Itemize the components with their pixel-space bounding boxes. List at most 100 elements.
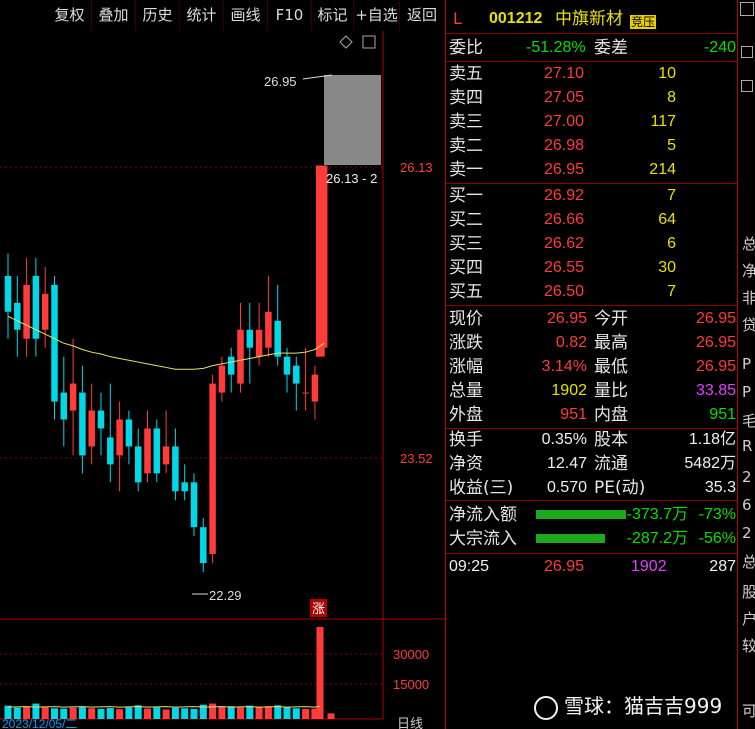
tick-volume: 1902 xyxy=(631,558,667,575)
orderbook-row[interactable]: 买三 26.62 6 xyxy=(446,232,738,256)
candle-up[interactable] xyxy=(41,293,49,330)
orderbook-row[interactable]: 买二 26.66 64 xyxy=(446,208,738,232)
orderbook-row[interactable]: 买一 26.92 7 xyxy=(446,184,738,208)
orderbook-row[interactable]: 卖三 27.00 117 xyxy=(446,110,738,134)
candle-down[interactable] xyxy=(153,428,161,474)
tab-tongji[interactable]: 统计 xyxy=(180,0,224,31)
candle-down[interactable] xyxy=(125,419,133,447)
tab-diejia[interactable]: 叠加 xyxy=(92,0,136,31)
volume-bar xyxy=(171,707,179,719)
candle-up[interactable] xyxy=(209,383,216,555)
price-axis-top-label: 26.13 xyxy=(400,160,433,175)
candle-down[interactable] xyxy=(283,356,291,375)
candle-up[interactable] xyxy=(69,383,77,411)
tab-biaoji[interactable]: 标记 xyxy=(312,0,354,31)
kline-chart[interactable]: 26.95 22.29 26.13 - 2 26.13 23.52 30000 … xyxy=(0,31,445,729)
tab-fuquan[interactable]: 复权 xyxy=(48,0,92,31)
tab-zixuan[interactable]: +自选 xyxy=(354,0,400,31)
candle-down[interactable] xyxy=(60,392,68,420)
candle-down[interactable] xyxy=(97,410,105,429)
candle-down[interactable] xyxy=(274,320,281,357)
square-icon[interactable] xyxy=(741,46,753,58)
candle-up[interactable] xyxy=(255,329,263,357)
candle-down[interactable] xyxy=(14,302,21,330)
candle-up[interactable] xyxy=(88,410,95,447)
strip-label: P xyxy=(742,383,752,401)
candle-down[interactable] xyxy=(200,527,207,564)
orderbook-row[interactable]: 卖四 27.05 8 xyxy=(446,86,738,110)
volume-bar xyxy=(162,709,170,719)
volume-bar xyxy=(106,708,114,719)
candle-down[interactable] xyxy=(227,356,235,375)
auction-badge: 竞压 xyxy=(630,15,657,29)
volume-bar xyxy=(116,709,124,719)
candle-up[interactable] xyxy=(316,165,324,357)
fund-label: 流通 xyxy=(594,454,628,474)
fund-value: 0.570 xyxy=(546,479,587,496)
tab-huaxian[interactable]: 画线 xyxy=(224,0,268,31)
candle-down[interactable] xyxy=(134,446,142,483)
strip-label: P xyxy=(742,355,752,373)
strip-label: 户 xyxy=(742,610,755,628)
square-icon[interactable] xyxy=(741,80,753,92)
candle-up[interactable] xyxy=(162,446,170,465)
flow-amount: -373.7万 xyxy=(626,506,688,523)
fund-value: 1.18亿 xyxy=(688,431,736,448)
flow-pct: -73% xyxy=(698,506,736,523)
volume-bar xyxy=(181,708,189,719)
candle-up[interactable] xyxy=(23,284,30,339)
volume-bar xyxy=(144,708,151,719)
candle-down[interactable] xyxy=(246,329,254,348)
candle-down[interactable] xyxy=(51,284,58,402)
scroll-up-icon[interactable] xyxy=(740,2,754,16)
candle-down[interactable] xyxy=(107,437,114,465)
divider xyxy=(446,553,738,554)
projected-candle-box xyxy=(324,75,381,165)
candle-up[interactable] xyxy=(265,311,272,348)
stat-label: 最高 xyxy=(594,333,628,353)
level-volume: 64 xyxy=(658,211,676,228)
strip-label: 2 xyxy=(742,468,752,486)
candle-down[interactable] xyxy=(190,482,198,528)
tab-fanhui[interactable]: 返回 xyxy=(400,0,444,31)
candle-up[interactable] xyxy=(302,392,309,394)
candle-down[interactable] xyxy=(79,392,86,456)
orderbook-row[interactable]: 买五 26.50 7 xyxy=(446,280,738,304)
candle-up[interactable] xyxy=(237,329,244,384)
volume-bar xyxy=(227,706,235,719)
volume-bar xyxy=(78,707,86,719)
candle-up[interactable] xyxy=(144,428,151,474)
orderbook-row[interactable]: 卖二 26.98 5 xyxy=(446,134,738,158)
candle-down[interactable] xyxy=(4,275,12,312)
candle-down[interactable] xyxy=(293,365,300,384)
level-label: 买一 xyxy=(449,186,483,206)
candle-up[interactable] xyxy=(116,419,123,456)
weibi-label: 委比 xyxy=(449,38,483,58)
orderbook-row[interactable]: 卖五 27.10 10 xyxy=(446,62,738,86)
stat-label: 量比 xyxy=(594,381,628,401)
volume-bar xyxy=(255,707,263,719)
tab-f10[interactable]: F10 xyxy=(268,0,312,31)
volume-bar xyxy=(134,705,142,719)
candle-down[interactable] xyxy=(181,482,188,492)
tab-lishi[interactable]: 历史 xyxy=(136,0,180,31)
candle-up[interactable] xyxy=(218,365,226,393)
square-icon[interactable] xyxy=(362,35,376,49)
vol-axis-mid-label: 15000 xyxy=(393,677,429,692)
candle-up[interactable] xyxy=(311,374,319,402)
orderbook-row[interactable]: 买四 26.55 30 xyxy=(446,256,738,280)
stock-name: 中旗新材 xyxy=(555,9,623,29)
diamond-icon[interactable] xyxy=(339,35,353,49)
period-label[interactable]: 日线 xyxy=(397,717,423,729)
tooltip-label: 26.13 - 2 xyxy=(326,171,377,186)
code-prefix: L xyxy=(453,9,462,28)
volume-bar xyxy=(264,706,272,719)
quote-panel: L 001212 中旗新材 竞压 委比 -51.28% 委差 -240 卖五 27… xyxy=(445,0,738,729)
orderbook-row[interactable]: 卖一 26.95 214 xyxy=(446,158,738,182)
level-volume: 117 xyxy=(650,113,676,130)
volume-bar xyxy=(283,707,291,719)
kline-svg[interactable]: 26.95 22.29 26.13 - 2 26.13 23.52 30000 … xyxy=(0,31,445,729)
stat-label: 涨跌 xyxy=(449,333,483,353)
candle-down[interactable] xyxy=(172,446,179,492)
fund-value: 35.3 xyxy=(704,479,736,496)
